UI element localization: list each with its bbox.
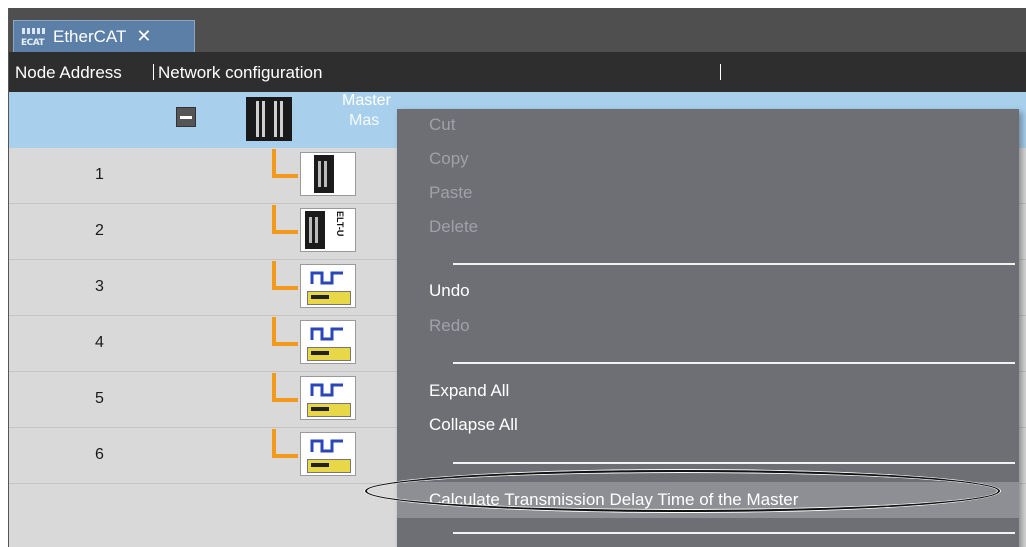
- node-address: 4: [95, 334, 104, 351]
- column-node-address[interactable]: Node Address: [15, 63, 122, 83]
- node-address: 5: [95, 390, 104, 407]
- node-address: 2: [95, 222, 104, 239]
- menu-separator: [453, 462, 1015, 464]
- servo-drive-icon[interactable]: [300, 320, 356, 364]
- column-header: Node Address Network configuration: [9, 52, 1026, 92]
- ethercat-editor: ECAT EtherCAT ✕ Node Address Network con…: [8, 8, 1026, 547]
- close-icon[interactable]: ✕: [136, 26, 151, 47]
- callout-ellipse: [365, 470, 1000, 512]
- collapse-toggle-icon[interactable]: [176, 107, 196, 127]
- tab-strip: ECAT EtherCAT ✕: [9, 8, 1026, 52]
- tab-ethercat[interactable]: ECAT EtherCAT ✕: [13, 20, 195, 52]
- node-address: 3: [95, 278, 104, 295]
- menu-separator: [453, 362, 1015, 364]
- menu-separator: [453, 532, 1015, 534]
- servo-drive-icon[interactable]: [300, 264, 356, 308]
- master-controller-icon[interactable]: [246, 97, 292, 141]
- master-label: Master: [342, 92, 391, 109]
- elt-unit-device-icon[interactable]: ELT-U: [300, 208, 356, 252]
- menu-item-undo[interactable]: Undo: [429, 281, 470, 301]
- ethercat-icon: ECAT: [21, 26, 47, 48]
- coupler-device-icon[interactable]: [300, 152, 356, 196]
- servo-drive-icon[interactable]: [300, 376, 356, 420]
- menu-item-cut[interactable]: Cut: [429, 115, 455, 135]
- column-network-configuration[interactable]: Network configuration: [158, 63, 322, 83]
- menu-separator: [453, 263, 1015, 265]
- menu-item-collapse-all[interactable]: Collapse All: [429, 415, 518, 435]
- column-resize-handle[interactable]: [153, 64, 154, 80]
- node-address: 6: [95, 446, 104, 463]
- menu-item-redo[interactable]: Redo: [429, 316, 470, 336]
- tab-label: EtherCAT: [53, 26, 127, 46]
- menu-item-expand-all[interactable]: Expand All: [429, 381, 509, 401]
- servo-drive-icon[interactable]: [300, 432, 356, 476]
- menu-item-delete[interactable]: Delete: [429, 217, 478, 237]
- menu-item-paste[interactable]: Paste: [429, 183, 472, 203]
- menu-item-copy[interactable]: Copy: [429, 149, 469, 169]
- column-resize-handle[interactable]: [720, 64, 721, 80]
- master-model-label: Mas: [349, 112, 380, 129]
- node-address: 1: [95, 166, 104, 183]
